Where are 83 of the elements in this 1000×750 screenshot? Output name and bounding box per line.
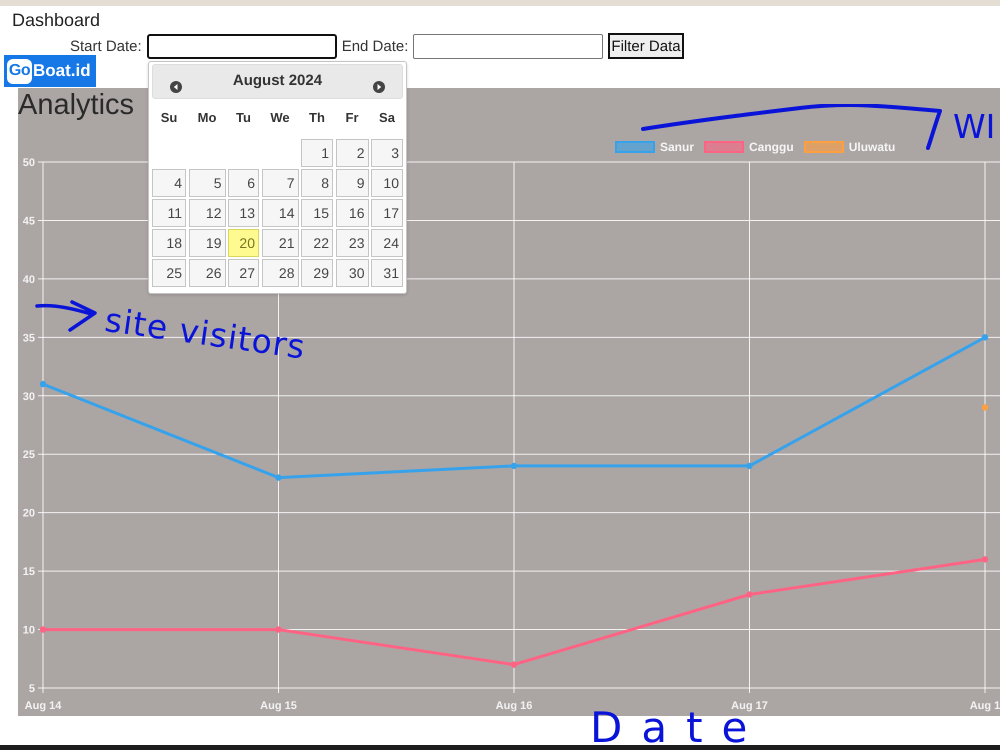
date-cell[interactable]: 26 <box>188 259 226 287</box>
weekday-label: We <box>269 109 291 127</box>
weekday-label: Tu <box>235 109 252 127</box>
month-title: August 2024 <box>232 71 322 90</box>
y-axis-label: 10 <box>22 624 35 637</box>
date-cell[interactable]: 30 <box>336 259 368 287</box>
date-cell[interactable]: 17 <box>371 199 403 227</box>
date-cell[interactable]: 25 <box>152 259 186 287</box>
panel-title: Analytics <box>18 88 134 122</box>
circle-arrow-left-icon[interactable] <box>170 81 182 93</box>
date-cell[interactable]: 11 <box>152 199 186 227</box>
x-axis-label: Aug 17 <box>731 700 768 712</box>
date-cell[interactable]: 1 <box>301 139 333 167</box>
date-cell[interactable]: 10 <box>371 169 403 197</box>
data-point <box>40 626 46 633</box>
data-point <box>275 474 282 481</box>
data-point <box>275 626 282 633</box>
field-label: End Date: <box>342 38 408 54</box>
weekday-label: Th <box>308 109 326 127</box>
page-title: Dashboard <box>12 10 100 30</box>
date-input[interactable] <box>413 34 604 58</box>
date-cell[interactable]: 7 <box>262 169 298 197</box>
y-axis-label: 45 <box>22 215 35 228</box>
x-axis-label: Aug 16 <box>496 700 532 712</box>
date-cell[interactable]: 2 <box>336 139 368 167</box>
y-axis-label: 50 <box>22 157 35 169</box>
date-cell[interactable]: 21 <box>262 229 298 257</box>
data-point <box>510 462 518 470</box>
handwritten-note: Date <box>590 710 766 745</box>
date-cell[interactable]: 6 <box>228 169 259 197</box>
date-cell[interactable]: 3 <box>371 139 403 167</box>
circle-arrow-right-icon[interactable] <box>372 81 385 93</box>
weekday-label: Fr <box>344 109 360 127</box>
x-axis-label: Aug 15 <box>260 700 297 712</box>
y-axis-label: 40 <box>22 274 35 286</box>
data-point <box>746 591 753 598</box>
y-axis-label: 25 <box>22 449 35 462</box>
weekday-label: Mo <box>196 109 218 127</box>
data-point <box>746 462 753 470</box>
y-axis-label: 20 <box>22 508 35 520</box>
date-cell[interactable]: 31 <box>371 259 403 287</box>
weekday-label: Sa <box>378 109 396 127</box>
data-point <box>982 334 988 341</box>
data-point <box>982 556 988 563</box>
legend-label: Uluwatu <box>848 140 896 154</box>
date-cell[interactable]: 9 <box>336 169 368 197</box>
y-axis-label: 30 <box>22 390 35 403</box>
date-cell[interactable]: 20 <box>228 229 259 257</box>
date-cell[interactable]: 23 <box>336 229 368 257</box>
data-point <box>982 404 988 411</box>
x-axis-label: Aug 14 <box>24 700 62 712</box>
date-cell[interactable]: 16 <box>336 199 368 227</box>
date-cell[interactable]: 24 <box>371 229 403 257</box>
y-axis-label: 35 <box>22 332 35 344</box>
date-cell[interactable]: 5 <box>188 169 226 197</box>
y-axis-label: 15 <box>22 566 35 578</box>
date-cell[interactable]: 8 <box>301 169 333 197</box>
data-point <box>40 380 46 388</box>
handwritten-note: WI <box>953 106 996 148</box>
date-cell[interactable]: 22 <box>301 229 333 257</box>
logo-text: Boat.id <box>33 61 91 81</box>
date-cell[interactable]: 12 <box>188 199 226 227</box>
date-cell[interactable]: 15 <box>301 199 333 227</box>
date-cell[interactable]: 14 <box>262 199 298 227</box>
date-cell[interactable]: 19 <box>188 229 226 257</box>
date-cell[interactable]: 27 <box>228 259 259 287</box>
y-axis-label: 5 <box>28 683 35 695</box>
date-input[interactable] <box>146 34 337 58</box>
filter-button[interactable]: Filter Data <box>608 33 684 59</box>
field-label: Start Date: <box>70 38 142 54</box>
logo-mark: Go <box>7 58 32 84</box>
handwritten-note: site visitors <box>102 300 308 368</box>
date-cell[interactable]: 18 <box>152 229 186 257</box>
x-axis-label: Aug 1 <box>970 700 1000 712</box>
date-cell[interactable]: 28 <box>262 259 298 287</box>
date-cell[interactable]: 29 <box>301 259 333 287</box>
data-point <box>510 661 518 668</box>
legend-label: Sanur <box>660 140 694 154</box>
date-cell[interactable]: 4 <box>152 169 186 197</box>
hand-drawn-arrow <box>35 300 97 332</box>
date-cell[interactable]: 13 <box>228 199 259 227</box>
weekday-label: Su <box>160 109 178 127</box>
legend-label: Canggu <box>749 140 794 154</box>
